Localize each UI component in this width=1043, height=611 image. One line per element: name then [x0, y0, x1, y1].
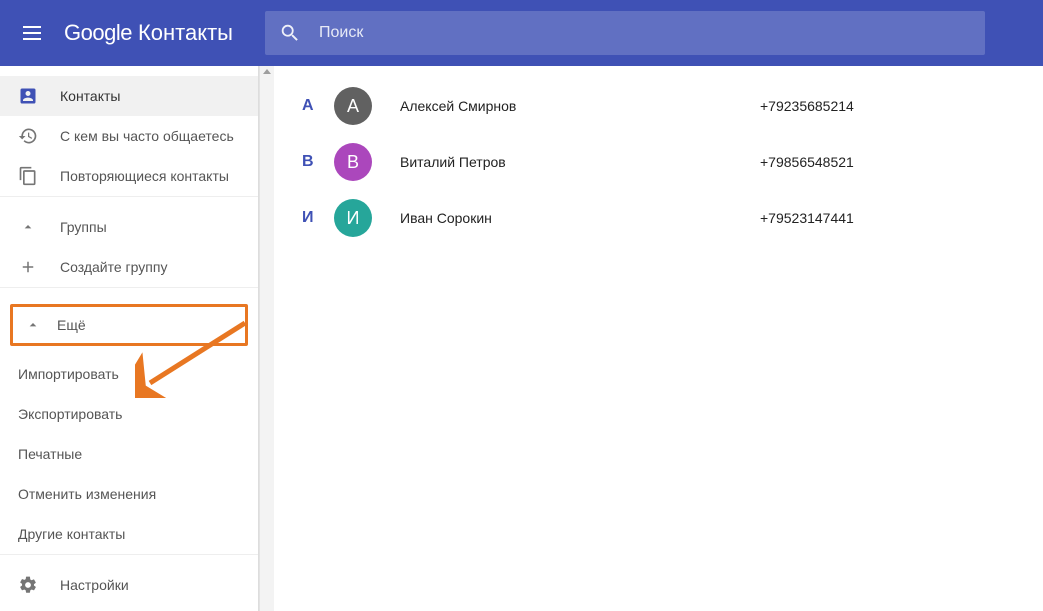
sidebar-label-other: Другие контакты: [18, 526, 125, 542]
search-input[interactable]: [319, 24, 971, 42]
search-box[interactable]: [265, 11, 985, 55]
history-icon: [18, 126, 38, 146]
contact-phone: +79235685214: [760, 98, 854, 114]
contact-row[interactable]: АА Алексей Смирнов+79235685214: [274, 78, 1043, 134]
sidebar-item-export[interactable]: Экспортировать: [0, 394, 258, 434]
sidebar-label-more: Ещё: [57, 317, 86, 333]
avatar: В: [334, 143, 372, 181]
contacts-icon: [18, 86, 38, 106]
sidebar-item-frequent[interactable]: С кем вы часто общаетесь: [0, 116, 258, 156]
sidebar-item-import[interactable]: Импортировать: [0, 354, 258, 394]
sidebar-item-contacts[interactable]: Контакты: [0, 76, 258, 116]
sidebar-label-create-group: Создайте группу: [60, 259, 167, 275]
sidebar-item-print[interactable]: Печатные: [0, 434, 258, 474]
sidebar-item-undo[interactable]: Отменить изменения: [0, 474, 258, 514]
logo-google: Google: [64, 20, 132, 46]
sidebar-label-print: Печатные: [18, 446, 82, 462]
logo-app-name: Контакты: [138, 20, 233, 46]
sidebar-label-settings: Настройки: [60, 577, 129, 593]
sidebar-label-contacts: Контакты: [60, 88, 120, 104]
duplicates-icon: [18, 166, 38, 186]
annotation-highlight-box: Ещё: [10, 304, 248, 346]
sidebar-item-duplicates[interactable]: Повторяющиеся контакты: [0, 156, 258, 196]
sidebar-scrollbar[interactable]: [259, 66, 274, 611]
section-letter: В: [302, 153, 330, 171]
contact-name: Иван Сорокин: [400, 210, 760, 226]
sidebar-label-groups: Группы: [60, 219, 107, 235]
hamburger-menu-icon[interactable]: [20, 21, 44, 45]
section-letter: И: [302, 209, 330, 227]
contact-row[interactable]: ВВ Виталий Петров+79856548521: [274, 134, 1043, 190]
app-logo[interactable]: Google Контакты: [64, 20, 233, 46]
sidebar-item-other-contacts[interactable]: Другие контакты: [0, 514, 258, 554]
contacts-list: АА Алексей Смирнов+79235685214 ВВ Виталий П…: [274, 66, 1043, 611]
sidebar-label-frequent: С кем вы часто общаетесь: [60, 128, 234, 144]
sidebar-label-import: Импортировать: [18, 366, 119, 382]
contact-name: Виталий Петров: [400, 154, 760, 170]
sidebar-label-duplicates: Повторяющиеся контакты: [60, 168, 229, 184]
sidebar-label-export: Экспортировать: [18, 406, 122, 422]
avatar: А: [334, 87, 372, 125]
sidebar-label-undo: Отменить изменения: [18, 486, 156, 502]
avatar: И: [334, 199, 372, 237]
sidebar-item-more[interactable]: Ещё: [13, 307, 245, 343]
search-icon: [279, 22, 301, 44]
sidebar: Контакты С кем вы часто общаетесь Повтор…: [0, 66, 259, 611]
sidebar-item-create-group[interactable]: Создайте группу: [0, 247, 258, 287]
plus-icon: [18, 257, 38, 277]
app-header: Google Контакты: [0, 0, 1043, 66]
contact-phone: +79856548521: [760, 154, 854, 170]
contact-phone: +79523147441: [760, 210, 854, 226]
section-letter: А: [302, 97, 330, 115]
chevron-up-icon: [18, 219, 38, 235]
sidebar-item-settings[interactable]: Настройки: [0, 565, 258, 605]
contact-row[interactable]: ИИ Иван Сорокин+79523147441: [274, 190, 1043, 246]
contact-name: Алексей Смирнов: [400, 98, 760, 114]
gear-icon: [18, 575, 38, 595]
sidebar-item-groups[interactable]: Группы: [0, 207, 258, 247]
chevron-up-icon: [23, 317, 43, 333]
